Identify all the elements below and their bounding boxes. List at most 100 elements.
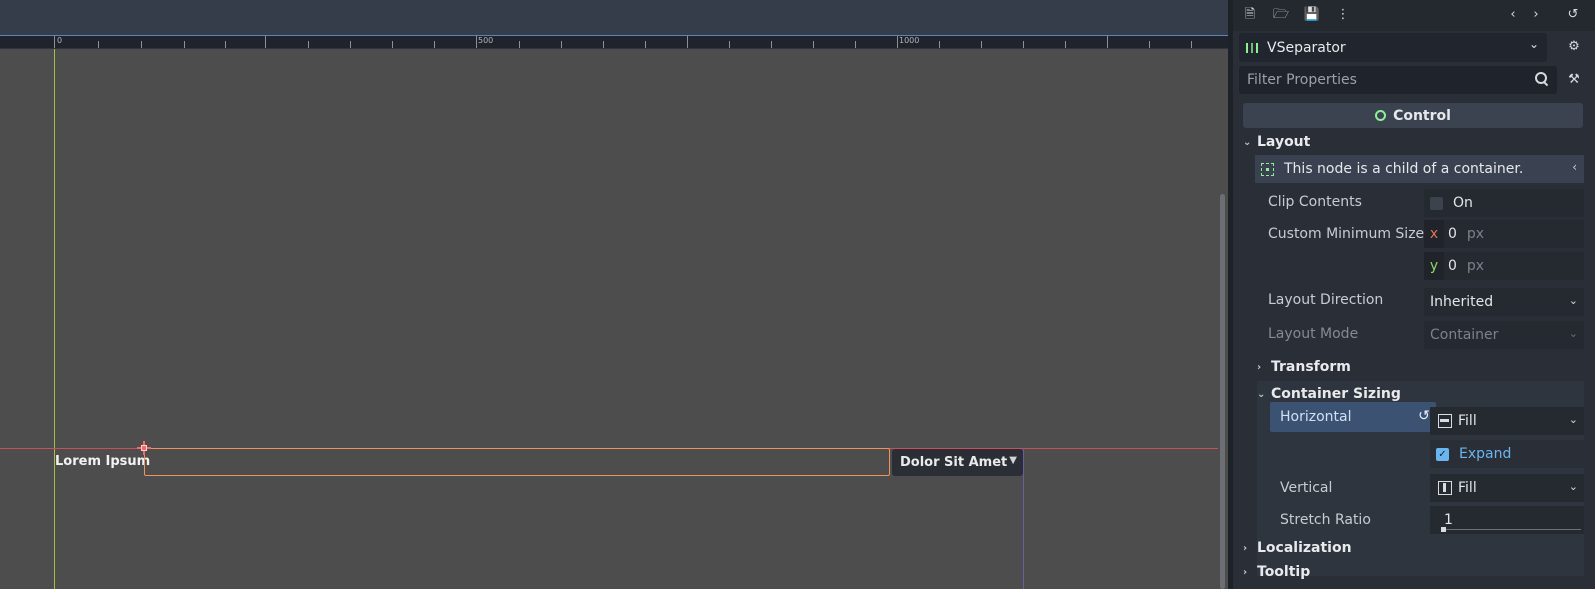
localization-label: Localization: [1257, 540, 1352, 556]
node-name: VSeparator: [1267, 39, 1346, 56]
ruler-tick: [434, 41, 435, 48]
ruler-tick: [392, 41, 393, 48]
class-section-label: Control: [1393, 107, 1451, 124]
vertical-dropdown[interactable]: Fill ⌄: [1430, 474, 1584, 502]
ruler-tick: [1191, 41, 1192, 48]
ruler-tick: [645, 41, 646, 48]
control-node-icon: [1375, 110, 1387, 121]
chevron-down-icon: ⌄: [1568, 480, 1578, 493]
clip-contents-checkbox[interactable]: [1430, 196, 1443, 210]
node-selector[interactable]: VSeparator ⌄: [1239, 33, 1547, 62]
viewport-scrollbar[interactable]: [1218, 49, 1228, 589]
transform-group-label: Transform: [1271, 359, 1351, 375]
ruler-tick: [476, 36, 477, 48]
ruler-tick: [308, 41, 309, 48]
horizontal-dropdown[interactable]: Fill ⌄: [1430, 407, 1584, 435]
viewport-toolbar: [0, 0, 1228, 35]
container-info-row[interactable]: This node is a child of a container. ‹: [1255, 155, 1584, 183]
chevron-down-icon: ⌄: [1257, 388, 1266, 400]
layout-group-label: Layout: [1257, 134, 1311, 150]
new-resource-icon[interactable]: 🗎: [1241, 6, 1259, 24]
expand-label: Expand: [1459, 446, 1512, 462]
layout-direction-dropdown[interactable]: Inherited ⌄: [1424, 288, 1584, 316]
y-axis-label: y: [1424, 252, 1444, 280]
horizontal-ruler[interactable]: 0 500 1000: [0, 35, 1228, 49]
ruler-tick: [939, 41, 940, 48]
y-unit-label: px: [1466, 258, 1485, 274]
layout-mode-dropdown: Container ⌄: [1424, 321, 1584, 349]
filter-properties-input[interactable]: Filter Properties: [1239, 66, 1557, 94]
open-folder-icon[interactable]: 🗁: [1272, 6, 1290, 24]
chevron-left-icon: ‹: [1572, 160, 1577, 174]
ruler-label: 500: [478, 36, 494, 45]
editor-root: 0 500 1000 Lorem Ipsum Dolor Sit Amet ▼ …: [0, 0, 1595, 589]
ruler-tick: [729, 41, 730, 48]
inspector-panel: 🗎 🗁 💾 ⋮ ‹ › ↺ VSeparator ⌄ ⚙ Filter Prop…: [1233, 0, 1595, 589]
layout-direction-label: Layout Direction: [1268, 292, 1384, 308]
ruler-tick: [350, 41, 351, 48]
layout-group-header[interactable]: ⌄ Layout: [1243, 130, 1310, 154]
ruler-tick: [519, 41, 520, 48]
ruler-tick: [603, 41, 604, 48]
x-axis-label: x: [1424, 220, 1444, 248]
pivot-handle-center[interactable]: [141, 445, 147, 451]
filter-placeholder: Filter Properties: [1247, 72, 1357, 88]
tooltip-group-header[interactable]: › Tooltip: [1243, 561, 1310, 583]
clip-contents-label: Clip Contents: [1268, 194, 1362, 210]
ruler-label: 0: [57, 36, 63, 45]
ruler-tick: [1023, 41, 1024, 48]
canvas-label[interactable]: Lorem Ipsum: [55, 454, 150, 469]
chevron-down-icon: ▼: [1009, 455, 1017, 466]
ruler-tick: [981, 41, 982, 48]
chevron-down-icon: ⌄: [1568, 327, 1578, 340]
ruler-tick: [141, 41, 142, 48]
expand-field[interactable]: ✓ Expand: [1430, 440, 1584, 468]
chevron-down-icon: ⌄: [1568, 413, 1578, 426]
custom-min-size-y-field[interactable]: y 0 px: [1424, 252, 1584, 280]
expand-checkbox[interactable]: ✓: [1436, 447, 1449, 461]
ruler-tick: [1149, 41, 1150, 48]
ruler-tick: [1107, 36, 1108, 48]
vertical-value: Fill: [1458, 480, 1477, 496]
save-icon[interactable]: 💾: [1303, 6, 1321, 24]
ruler-tick: [855, 41, 856, 48]
chevron-right-icon: ›: [1243, 566, 1248, 578]
custom-min-size-y-value: 0: [1448, 258, 1457, 274]
localization-group-header[interactable]: › Localization: [1243, 537, 1352, 559]
container-sizing-label: Container Sizing: [1271, 386, 1401, 402]
custom-min-size-label: Custom Minimum Size: [1268, 226, 1425, 242]
clip-contents-field[interactable]: On: [1424, 189, 1584, 217]
y-axis-guide: [54, 49, 55, 589]
ruler-label: 1000: [899, 36, 920, 45]
ruler-tick: [771, 41, 772, 48]
option-button-label: Dolor Sit Amet: [900, 455, 1008, 470]
scene-canvas[interactable]: Lorem Ipsum Dolor Sit Amet ▼: [0, 49, 1218, 589]
viewport-scroll-thumb[interactable]: [1220, 194, 1225, 589]
stretch-ratio-slider[interactable]: 1: [1430, 506, 1584, 534]
tools-icon[interactable]: ⚒: [1564, 70, 1584, 90]
history-back-icon[interactable]: ‹: [1504, 6, 1522, 24]
history-forward-icon[interactable]: ›: [1527, 6, 1545, 24]
container-info-text: This node is a child of a container.: [1284, 161, 1524, 177]
tooltip-label: Tooltip: [1257, 564, 1311, 580]
class-reference-icon[interactable]: ⚙: [1564, 37, 1584, 57]
selected-node-outline[interactable]: [144, 448, 890, 476]
vseparator-icon: [1245, 41, 1259, 55]
transform-group-header[interactable]: › Transform: [1257, 356, 1351, 378]
more-options-icon[interactable]: ⋮: [1334, 6, 1352, 24]
stretch-ratio-grabber[interactable]: [1441, 527, 1446, 532]
object-history-icon[interactable]: ↺: [1564, 6, 1582, 24]
horizontal-property-label[interactable]: Horizontal ↺: [1270, 402, 1436, 432]
stretch-ratio-track: [1441, 529, 1581, 530]
chevron-down-icon: ⌄: [1568, 294, 1578, 307]
container-info-icon: [1261, 162, 1274, 176]
custom-min-size-x-field[interactable]: x 0 px: [1424, 220, 1584, 248]
ruler-tick: [813, 41, 814, 48]
class-section-header[interactable]: Control: [1243, 103, 1583, 128]
ruler-tick: [897, 36, 898, 48]
horizontal-value: Fill: [1458, 413, 1477, 429]
fill-vertical-icon: [1438, 481, 1452, 495]
canvas-option-button[interactable]: Dolor Sit Amet ▼: [892, 449, 1023, 476]
layout-direction-value: Inherited: [1430, 294, 1494, 310]
layout-mode-label: Layout Mode: [1268, 326, 1359, 342]
